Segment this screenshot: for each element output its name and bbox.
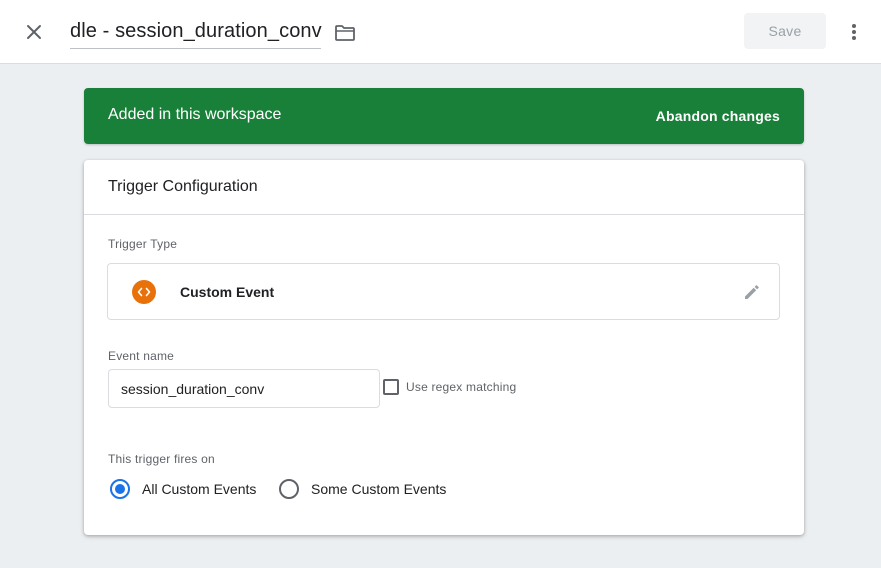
- more-options-button[interactable]: [842, 17, 866, 47]
- radio-button-selected[interactable]: [110, 479, 130, 499]
- more-vert-icon: [852, 24, 856, 40]
- workspace-status-banner: Added in this workspace Abandon changes: [84, 88, 804, 144]
- banner-message: Added in this workspace: [108, 106, 282, 123]
- radio-label-some: Some Custom Events: [311, 481, 447, 497]
- trigger-type-label: Trigger Type: [108, 237, 178, 251]
- edit-pencil-icon[interactable]: [741, 281, 763, 303]
- save-button[interactable]: Save: [744, 13, 826, 49]
- trigger-type-name: Custom Event: [180, 284, 275, 300]
- radio-button-unselected[interactable]: [279, 479, 299, 499]
- abandon-changes-button[interactable]: Abandon changes: [656, 108, 780, 124]
- event-name-input[interactable]: [108, 369, 380, 408]
- event-name-label: Event name: [108, 349, 175, 363]
- folder-icon: [335, 25, 355, 41]
- folder-button[interactable]: [332, 20, 358, 46]
- close-button[interactable]: [18, 16, 50, 48]
- regex-matching-checkbox[interactable]: Use regex matching: [383, 379, 516, 395]
- trigger-configuration-card: Trigger Configuration Trigger Type Custo…: [84, 160, 804, 535]
- checkbox-box[interactable]: [383, 379, 399, 395]
- fires-on-label: This trigger fires on: [108, 452, 215, 466]
- radio-all-custom-events[interactable]: All Custom Events: [110, 479, 256, 499]
- regex-matching-label: Use regex matching: [406, 380, 517, 394]
- radio-label-all: All Custom Events: [142, 481, 257, 497]
- top-bar: dle - session_duration_conv Save: [0, 0, 881, 64]
- code-brackets-icon: [132, 280, 156, 304]
- close-icon: [27, 25, 41, 39]
- card-title: Trigger Configuration: [84, 160, 804, 215]
- trigger-name-text: dle - session_duration_conv: [70, 20, 322, 42]
- trigger-type-selector[interactable]: Custom Event: [107, 263, 780, 320]
- radio-some-custom-events[interactable]: Some Custom Events: [279, 479, 446, 499]
- trigger-name-field[interactable]: dle - session_duration_conv: [70, 14, 322, 49]
